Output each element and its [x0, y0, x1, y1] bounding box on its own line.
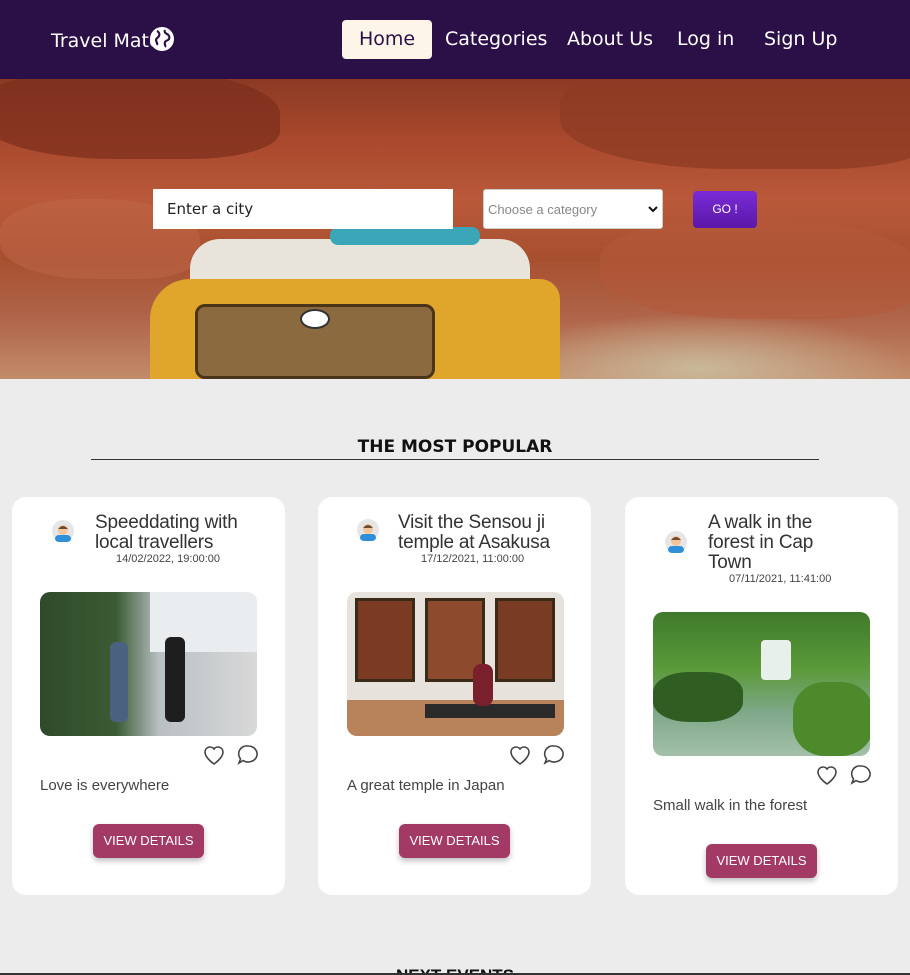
card-description: A great temple in Japan	[347, 777, 505, 794]
go-button[interactable]: GO !	[693, 191, 757, 228]
card-actions	[508, 743, 566, 767]
avatar-icon	[665, 531, 687, 553]
rock-shape	[560, 79, 910, 169]
event-card: Speeddating with local travellers 14/02/…	[12, 497, 285, 895]
card-image-museum[interactable]	[347, 592, 564, 736]
view-details-button[interactable]: VIEW DETAILS	[399, 824, 510, 858]
nav-sign-up[interactable]: Sign Up	[764, 20, 837, 59]
globe-icon	[150, 27, 174, 51]
nav-log-in[interactable]: Log in	[677, 20, 734, 59]
card-title[interactable]: Speeddating with local travellers	[95, 513, 245, 553]
nav-categories[interactable]: Categories	[445, 20, 547, 59]
card-description: Love is everywhere	[40, 777, 170, 794]
section-title-popular: THE MOST POPULAR	[357, 437, 553, 457]
avatar-icon	[52, 520, 74, 542]
nav-home[interactable]: Home	[342, 20, 433, 59]
van-image	[150, 227, 570, 379]
brand-name[interactable]: Travel Mate	[51, 30, 161, 52]
rock-shape	[600, 219, 910, 319]
comment-icon[interactable]	[542, 743, 566, 767]
nav-about-us[interactable]: About Us	[567, 20, 653, 59]
heart-icon[interactable]	[508, 743, 532, 767]
heart-icon[interactable]	[202, 743, 226, 767]
comment-icon[interactable]	[849, 763, 873, 787]
chevron-down-icon	[648, 206, 658, 213]
card-date: 17/12/2021, 11:00:00	[421, 553, 525, 565]
card-description: Small walk in the forest	[653, 797, 808, 814]
city-input-value: Enter a city	[167, 200, 254, 218]
category-select[interactable]: Choose a category	[483, 189, 663, 229]
card-image-forest[interactable]	[653, 612, 870, 756]
event-card: Visit the Sensou ji temple at Asakusa 17…	[318, 497, 591, 895]
card-actions	[202, 743, 260, 767]
section-divider	[91, 459, 819, 460]
avatar-icon	[357, 519, 379, 541]
comment-icon[interactable]	[236, 743, 260, 767]
hero-banner: Enter a city Choose a category GO !	[0, 79, 910, 379]
top-navbar: Travel Mate Home Categories About Us Log…	[0, 0, 910, 79]
card-image-couple[interactable]	[40, 592, 257, 736]
card-date: 07/11/2021, 11:41:00	[729, 573, 832, 585]
rock-shape	[0, 79, 280, 159]
category-select-value: Choose a category	[488, 201, 598, 217]
view-details-button[interactable]: VIEW DETAILS	[93, 824, 204, 858]
card-actions	[815, 763, 873, 787]
view-details-button[interactable]: VIEW DETAILS	[706, 844, 817, 878]
event-card: A walk in the forest in Cap Town 07/11/2…	[625, 497, 898, 895]
heart-icon[interactable]	[815, 763, 839, 787]
card-title[interactable]: A walk in the forest in Cap Town	[708, 513, 828, 573]
card-title[interactable]: Visit the Sensou ji temple at Asakusa	[398, 513, 558, 553]
city-input[interactable]: Enter a city	[153, 189, 453, 229]
card-date: 14/02/2022, 19:00:00	[116, 553, 220, 565]
